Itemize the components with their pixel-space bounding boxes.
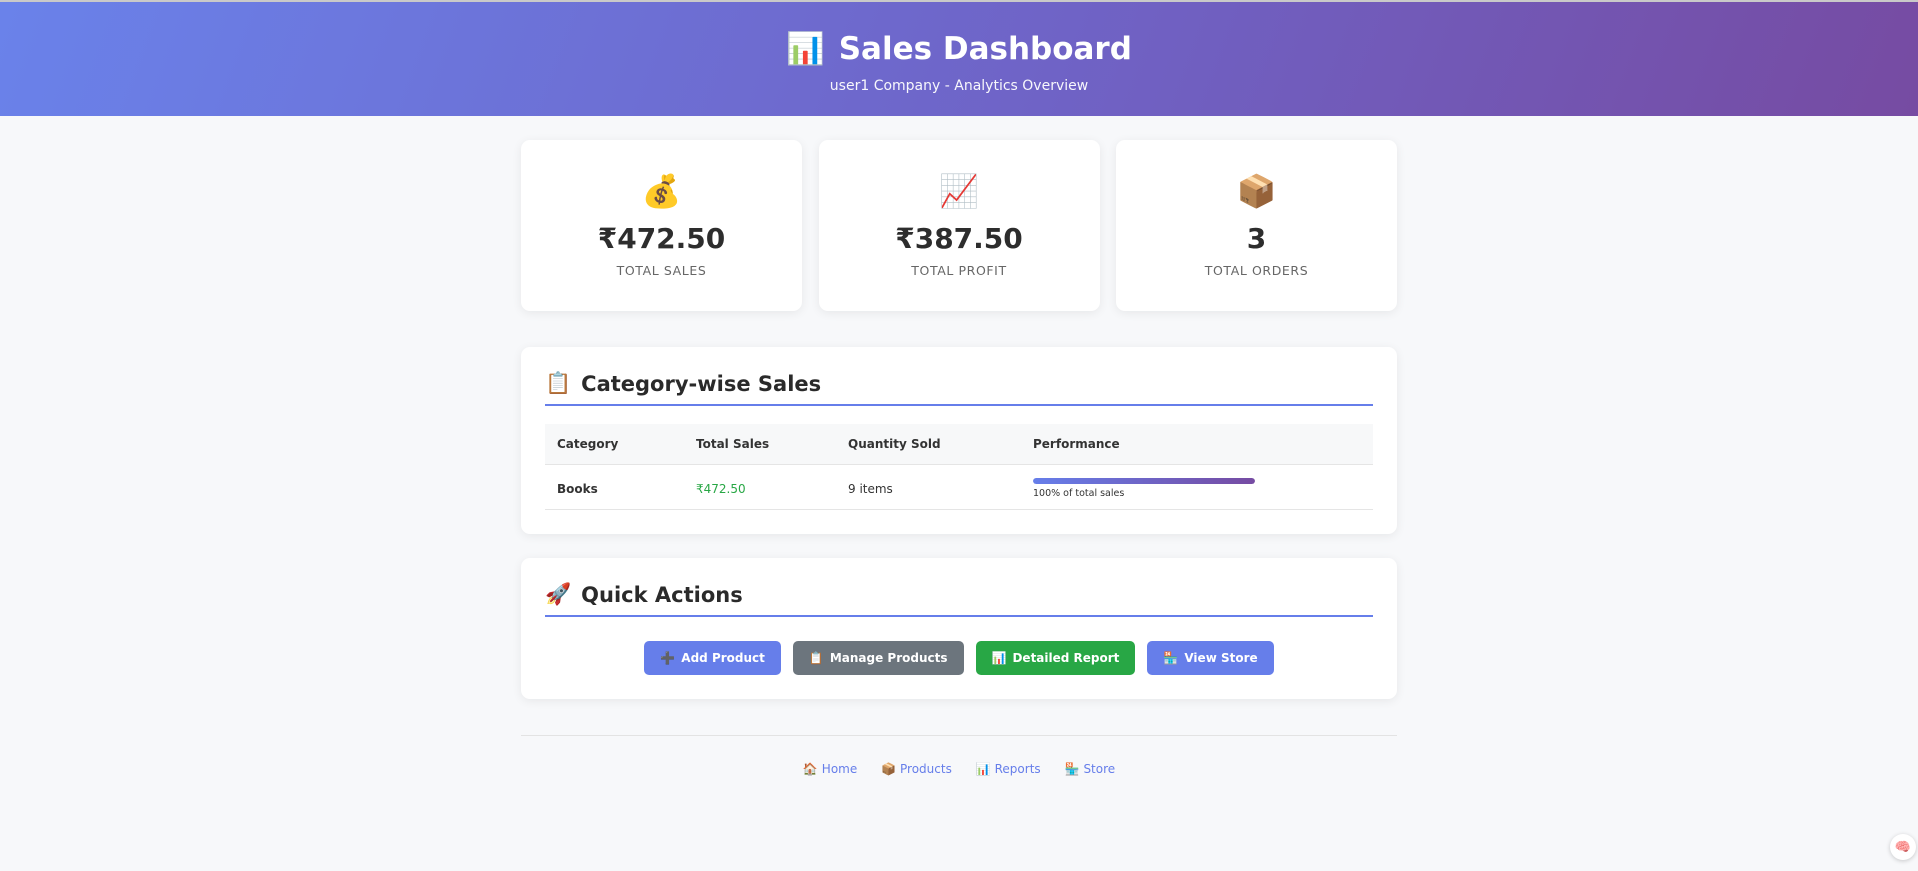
detailed-report-label: Detailed Report xyxy=(1012,651,1120,665)
quick-actions-title: Quick Actions xyxy=(581,582,743,607)
stats-row: 💰 ₹472.50 Total Sales 📈 ₹387.50 Total Pr… xyxy=(521,140,1397,311)
money-bag-icon: 💰 xyxy=(641,172,682,210)
main-content: 💰 ₹472.50 Total Sales 📈 ₹387.50 Total Pr… xyxy=(521,116,1397,776)
add-product-label: Add Product xyxy=(681,651,765,665)
category-sales-heading: 📋 Category-wise Sales xyxy=(545,371,1373,406)
footer-link-reports[interactable]: 📊 Reports xyxy=(976,762,1041,776)
page-subtitle: user1 Company - Analytics Overview xyxy=(829,78,1089,94)
manage-products-button[interactable]: 📋 Manage Products xyxy=(792,641,964,675)
footer-link-reports-label: Reports xyxy=(994,762,1041,776)
footer-link-home[interactable]: 🏠 Home xyxy=(803,762,857,776)
plus-icon: ➕ xyxy=(660,651,676,665)
footer-link-store[interactable]: 🏪 Store xyxy=(1064,762,1115,776)
manage-products-label: Manage Products xyxy=(829,651,948,665)
stat-label-total-sales: Total Sales xyxy=(616,263,707,278)
quick-actions-heading: 🚀 Quick Actions xyxy=(545,582,1373,617)
column-header-category: Category xyxy=(545,424,684,465)
performance-bar-fill xyxy=(1033,478,1255,484)
stat-label-total-orders: Total Orders xyxy=(1204,263,1309,278)
view-store-label: View Store xyxy=(1184,651,1258,665)
view-store-button[interactable]: 🏪 View Store xyxy=(1147,641,1274,675)
stat-value-total-sales: ₹472.50 xyxy=(597,222,726,255)
footer-link-products-label: Products xyxy=(900,762,952,776)
stat-value-total-orders: 3 xyxy=(1246,222,1267,255)
stat-card-total-sales: 💰 ₹472.50 Total Sales xyxy=(521,140,802,311)
quick-actions-panel: 🚀 Quick Actions ➕ Add Product 📋 Manage P… xyxy=(521,558,1397,699)
footer-link-products[interactable]: 📦 Products xyxy=(881,762,952,776)
package-icon: 📦 xyxy=(1236,172,1277,210)
footer-link-store-label: Store xyxy=(1083,762,1116,776)
clipboard-icon: 📋 xyxy=(808,651,824,665)
page-title: 📊 Sales Dashboard xyxy=(0,29,1918,69)
table-header-row: Category Total Sales Quantity Sold Perfo… xyxy=(545,424,1373,465)
cell-quantity-sold: 9 items xyxy=(836,464,1021,510)
bar-chart-icon: 📊 xyxy=(975,762,991,776)
stat-value-total-profit: ₹387.50 xyxy=(895,222,1023,255)
cell-category: Books xyxy=(545,464,684,510)
floating-assistant-button[interactable]: 🧠 xyxy=(1890,834,1916,860)
clipboard-icon: 📋 xyxy=(545,371,572,395)
column-header-quantity-sold: Quantity Sold xyxy=(836,424,1021,465)
performance-bar-track xyxy=(1033,478,1255,484)
footer-nav: 🏠 Home 📦 Products 📊 Reports 🏪 Store xyxy=(521,735,1397,776)
rocket-icon: 🚀 xyxy=(545,582,572,606)
brain-icon: 🧠 xyxy=(1894,839,1912,855)
cell-total-sales: ₹472.50 xyxy=(684,464,836,510)
chart-increasing-icon: 📈 xyxy=(939,172,979,210)
column-header-performance: Performance xyxy=(1021,424,1373,465)
store-icon: 🏪 xyxy=(1163,651,1179,665)
house-icon: 🏠 xyxy=(802,762,818,776)
column-header-total-sales: Total Sales xyxy=(684,424,836,465)
store-icon: 🏪 xyxy=(1064,762,1080,776)
bar-chart-icon: 📊 xyxy=(786,31,825,67)
category-sales-title: Category-wise Sales xyxy=(581,371,822,396)
stat-card-total-orders: 📦 3 Total Orders xyxy=(1116,140,1397,311)
add-product-button[interactable]: ➕ Add Product xyxy=(644,641,781,675)
detailed-report-button[interactable]: 📊 Detailed Report xyxy=(975,641,1136,675)
performance-caption: 100% of total sales xyxy=(1033,488,1125,499)
category-sales-panel: 📋 Category-wise Sales Category Total Sal… xyxy=(521,347,1397,534)
package-icon: 📦 xyxy=(881,762,897,776)
footer-link-home-label: Home xyxy=(821,762,858,776)
quick-actions-buttons: ➕ Add Product 📋 Manage Products 📊 Detail… xyxy=(545,641,1373,675)
stat-label-total-profit: Total Profit xyxy=(911,263,1007,278)
stat-card-total-profit: 📈 ₹387.50 Total Profit xyxy=(818,140,1100,311)
category-sales-table: Category Total Sales Quantity Sold Perfo… xyxy=(545,424,1373,510)
table-row: Books ₹472.50 9 items 100% of total sale… xyxy=(545,464,1373,510)
cell-performance: 100% of total sales xyxy=(1021,464,1373,510)
page-title-text: Sales Dashboard xyxy=(838,31,1132,67)
bar-chart-icon: 📊 xyxy=(991,651,1007,665)
page-header: 📊 Sales Dashboard user1 Company - Analyt… xyxy=(0,0,1918,116)
